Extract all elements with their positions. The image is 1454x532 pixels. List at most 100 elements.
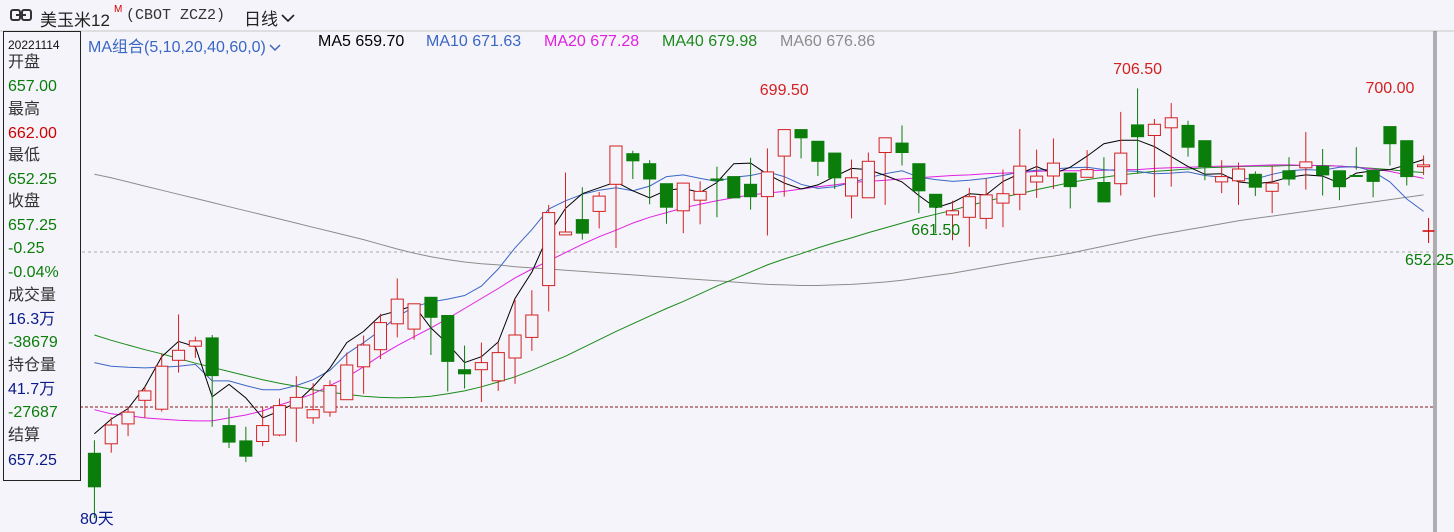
candle-up [390,298,404,325]
candle-down [1097,182,1111,203]
candle-up [508,334,522,359]
candle-down [659,183,674,208]
candle-down [458,369,472,375]
candle-down [575,219,589,234]
candle-down [1248,173,1262,188]
candle-down [1282,170,1296,180]
candle-up [121,411,135,425]
open-interest-label: 持仓量 [8,357,57,374]
open-label: 开盘 [8,54,41,71]
candle-up [693,190,707,201]
candle-down [222,425,236,443]
candle-down [1063,172,1077,188]
candle-up [1215,176,1229,183]
candle-down [424,296,438,318]
kline-chart[interactable]: 699.50 706.50 700.00 661.50 652.25 [0,0,1454,532]
ma20-value: MA20 677.28 [544,33,640,50]
candle-down [1349,175,1363,177]
plot-area [82,31,1434,532]
ma60-value: MA60 676.86 [780,33,876,50]
candle-up [289,396,303,409]
candle-down [1366,169,1380,182]
candle-down [895,142,909,154]
candle-down [643,163,657,180]
candle-up [172,349,186,361]
candle-down [727,176,741,199]
quote-date: 20221114 [8,38,60,52]
low-annotation-1: 661.50 [911,222,960,239]
low-label: 最低 [8,147,41,164]
range-label: 80天 [80,511,114,528]
ma5-value: MA5 659.70 [318,33,405,50]
candle-up [777,129,791,157]
high-value: 662.00 [8,125,57,142]
candle-up [845,177,859,197]
candle-down [1332,170,1347,188]
candle-up [1417,164,1431,168]
volume-change: -38679 [8,334,58,351]
candle-up [1147,123,1161,137]
candle-up [155,365,169,410]
high-annotation-1: 699.50 [760,82,809,99]
chart-window: 美玉米12 M (CBOT ZCZ2) 日线 699.50 706.50 700.0… [0,0,1454,532]
candle-up [676,182,690,212]
candle-up [474,362,488,371]
candle-down [1198,140,1212,168]
candle-up [340,364,354,401]
candle-up [760,171,775,198]
candle-down [1316,165,1330,176]
ma10-value: MA10 671.63 [426,33,522,50]
open-interest-change: -27687 [8,404,58,421]
candle-up [407,303,421,330]
candle-up [138,390,152,401]
close-value: 657.25 [8,217,57,234]
candle-up [979,194,993,219]
candle-up [491,352,505,382]
candle-down [1131,124,1145,138]
candle-down [744,183,758,198]
candle-up [861,160,875,199]
candle-up [1080,169,1094,178]
candle-down [205,337,219,377]
candle-up [996,193,1010,204]
quote-info-panel: 20221114 开盘 657.00 最高 662.00 最低 652.25 收… [3,31,81,481]
candle-up [945,210,960,216]
candle-up [1030,175,1044,183]
candle-up [609,145,623,185]
settle-label: 结算 [8,427,41,444]
candle-up [1046,162,1061,177]
candle-up [1232,168,1246,182]
volume-label: 成交量 [8,287,57,304]
ma40-value: MA40 679.98 [662,33,758,50]
candle-down [1400,140,1414,178]
ma-group-dropdown[interactable]: MA组合(5,10,20,40,60,0) [88,33,281,57]
candle-up [1164,117,1178,129]
close-label: 收盘 [8,193,41,210]
open-value: 657.00 [8,78,57,95]
candle-up [256,425,270,443]
candle-up [559,231,573,236]
candle-down [811,140,825,162]
candle-down [87,452,102,488]
candle-down [626,153,640,162]
change-percent: -0.04% [8,264,59,281]
open-interest-value: 41.7万 [8,381,56,398]
candle-up [357,344,371,368]
low-value: 652.25 [8,171,57,188]
volume-value: 16.3万 [8,311,56,328]
candle-up [272,405,286,436]
candle-up [373,322,387,351]
candle-down [441,315,455,362]
candle-up [542,212,556,287]
candle-up [1299,161,1313,169]
high-label: 最高 [8,101,41,118]
change-value: -0.25 [8,240,45,257]
candle-up [188,340,202,347]
candle-down [1383,126,1397,145]
candle-up [1013,165,1027,195]
candle-up [104,424,118,445]
candle-down [912,163,926,192]
candle-down [710,178,724,181]
candle-down [794,129,808,139]
candle-down [1181,124,1195,148]
